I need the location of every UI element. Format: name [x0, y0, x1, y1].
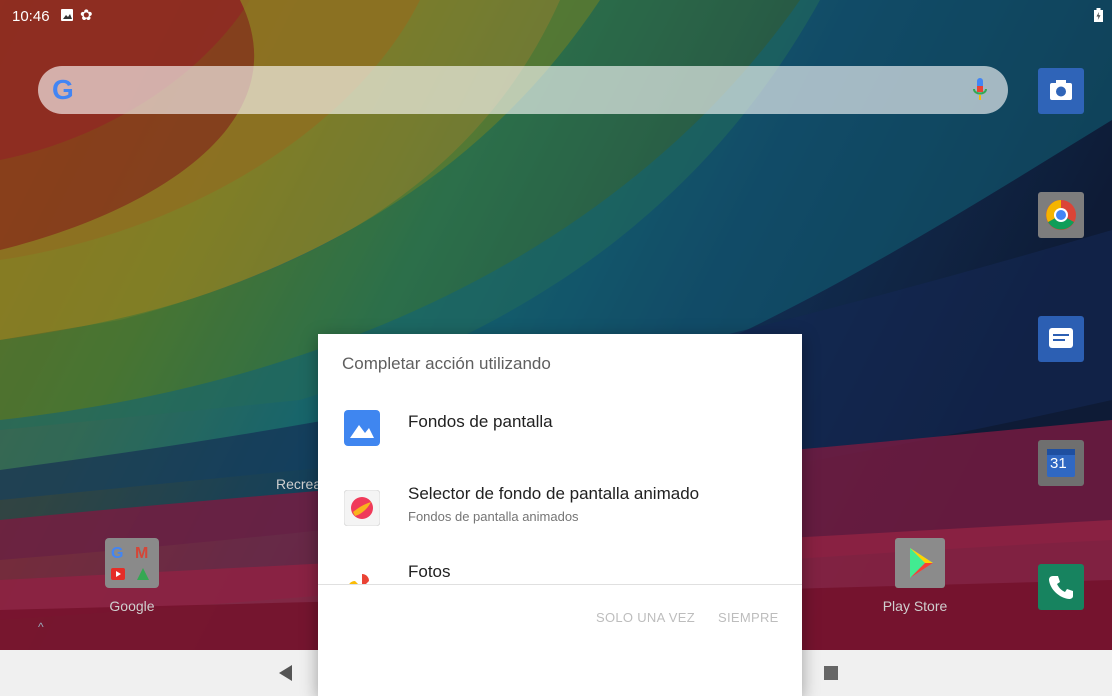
status-bar: 10:46 ✿	[0, 0, 1112, 32]
google-folder-icon: G M	[105, 538, 159, 588]
dialog-divider	[318, 584, 802, 585]
settings-gear-icon: ✿	[80, 7, 93, 24]
option-name: Selector de fondo de pantalla animado	[408, 484, 700, 503]
camera-app-icon[interactable]	[1038, 68, 1084, 114]
play-store-icon	[895, 538, 945, 588]
recents-icon[interactable]	[824, 666, 838, 680]
app-chooser-dialog: Completar acción utilizando Fondos de pa…	[318, 334, 802, 696]
wallpapers-icon	[344, 410, 380, 446]
app-drawer-chevron-icon[interactable]: ^	[38, 620, 44, 634]
google-folder[interactable]: G M Google	[102, 538, 162, 614]
always-button[interactable]: SIEMPRE	[718, 610, 779, 625]
google-folder-label: Google	[109, 598, 155, 614]
back-icon[interactable]	[278, 664, 294, 682]
phone-app-icon[interactable]	[1038, 564, 1084, 610]
chrome-app-icon[interactable]	[1038, 192, 1084, 238]
microphone-icon[interactable]	[970, 76, 990, 104]
option-wallpapers[interactable]: Fondos de pantalla	[318, 394, 802, 466]
option-name: Fondos de pantalla	[408, 412, 553, 431]
calendar-day: 31	[1050, 455, 1067, 472]
svg-text:M: M	[135, 545, 148, 562]
play-store-app[interactable]: Play Store	[883, 538, 950, 614]
live-wallpaper-picker-icon	[344, 490, 380, 526]
dialog-title: Completar acción utilizando	[342, 354, 551, 373]
google-logo: G	[52, 74, 74, 105]
battery-icon	[1094, 8, 1103, 22]
messages-app-icon[interactable]	[1038, 316, 1084, 362]
screen: 10:46 ✿ G 31 G M Google Recrea Play Stor…	[0, 0, 1112, 696]
option-name: Fotos	[408, 562, 451, 581]
svg-text:G: G	[111, 545, 123, 562]
google-search-bar[interactable]: G	[38, 66, 1008, 114]
play-store-label: Play Store	[882, 598, 948, 614]
image-icon	[61, 9, 73, 21]
calendar-app-icon[interactable]: 31	[1038, 440, 1084, 486]
option-subtitle: Fondos de pantalla animados	[408, 509, 579, 524]
app-options-list[interactable]: Fondos de pantalla Selector de fondo de …	[318, 394, 802, 584]
option-live-wallpaper-picker[interactable]: Selector de fondo de pantalla animado Fo…	[318, 474, 802, 546]
option-photos[interactable]: Fotos	[318, 554, 802, 584]
just-once-button[interactable]: SOLO UNA VEZ	[596, 610, 695, 625]
status-time: 10:46	[12, 8, 50, 25]
google-photos-icon	[349, 574, 369, 584]
